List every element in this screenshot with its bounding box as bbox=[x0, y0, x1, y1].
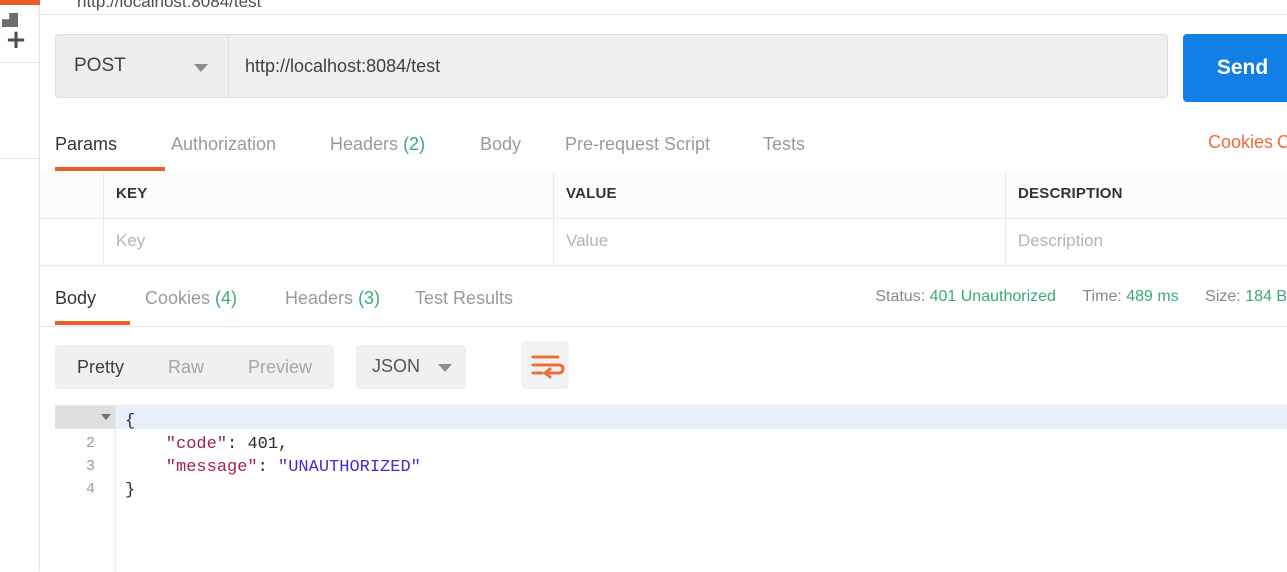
size-value: 184 B bbox=[1245, 288, 1287, 305]
header-value-cell: VALUE bbox=[554, 172, 1006, 219]
view-raw-button[interactable]: Raw bbox=[146, 345, 226, 389]
active-line-highlight bbox=[55, 406, 1287, 429]
code-line: } bbox=[125, 481, 135, 500]
response-tab-cookies-label: Cookies bbox=[145, 288, 211, 308]
response-view-switcher: Pretty Raw Preview bbox=[55, 345, 335, 389]
line-number: 3 bbox=[85, 458, 95, 475]
tab-headers-count: (2) bbox=[403, 134, 426, 154]
response-tab-test-results-label: Test Results bbox=[415, 288, 514, 308]
response-tab-headers[interactable]: Headers (3) bbox=[285, 278, 425, 325]
param-key-placeholder: Key bbox=[116, 231, 146, 250]
param-value-input[interactable]: Value bbox=[554, 219, 1006, 266]
response-tab-test-results[interactable]: Test Results bbox=[415, 278, 575, 325]
time-value: 489 ms bbox=[1126, 288, 1179, 305]
http-method-label: POST bbox=[74, 55, 126, 76]
column-header-value: VALUE bbox=[566, 185, 617, 202]
tab-params[interactable]: Params bbox=[55, 124, 165, 171]
response-format-dropdown[interactable]: JSON bbox=[356, 345, 466, 389]
params-table: KEY VALUE DESCRIPTION Key Value Descript… bbox=[40, 172, 1287, 268]
code-token: "UNAUTHORIZED" bbox=[278, 458, 421, 477]
code-token: { bbox=[125, 412, 136, 431]
code-token: "message" bbox=[125, 458, 258, 477]
tab-pre-request-script-label: Pre-request Script bbox=[565, 134, 711, 154]
code-fold-icon[interactable] bbox=[101, 414, 111, 420]
header-checkbox-cell bbox=[40, 172, 104, 219]
line-number: 2 bbox=[85, 435, 95, 452]
param-value-placeholder: Value bbox=[566, 231, 609, 250]
code-line: "code": 401, bbox=[125, 435, 288, 454]
response-tab-headers-count: (3) bbox=[358, 288, 381, 308]
table-row: Key Value Description bbox=[40, 219, 1287, 266]
send-button[interactable]: Send bbox=[1183, 34, 1287, 102]
table-header-row: KEY VALUE DESCRIPTION bbox=[40, 172, 1287, 219]
response-body-viewer[interactable]: 1234 { "code": 401, "message": "UNAUTHOR… bbox=[55, 405, 1287, 572]
chevron-down-icon bbox=[194, 64, 208, 72]
active-tab-underline bbox=[55, 167, 165, 171]
tab-headers[interactable]: Headers (2) bbox=[330, 124, 480, 171]
param-key-input[interactable]: Key bbox=[104, 219, 554, 266]
response-tab-body[interactable]: Body bbox=[55, 278, 130, 325]
url-bar: POST Send bbox=[55, 34, 1287, 102]
view-preview-button[interactable]: Preview bbox=[226, 345, 334, 389]
code-token: 401 bbox=[247, 435, 279, 454]
line-number-gutter: 1234 bbox=[55, 406, 116, 572]
param-description-input[interactable]: Description bbox=[1006, 219, 1287, 266]
tab-tests[interactable]: Tests bbox=[763, 124, 843, 171]
sidebar-divider bbox=[0, 158, 39, 159]
response-format-label: JSON bbox=[372, 356, 421, 376]
tab-body[interactable]: Body bbox=[480, 124, 560, 171]
active-response-tab-underline bbox=[55, 321, 130, 325]
response-tab-headers-label: Headers bbox=[285, 288, 354, 308]
response-tab-cookies-count: (4) bbox=[215, 288, 238, 308]
time-label: Time: bbox=[1082, 288, 1122, 305]
code-token: "code" bbox=[125, 435, 228, 454]
tab-tests-label: Tests bbox=[763, 134, 806, 154]
row-checkbox-cell[interactable] bbox=[40, 219, 104, 266]
column-header-description: DESCRIPTION bbox=[1018, 185, 1123, 202]
tab-authorization[interactable]: Authorization bbox=[171, 124, 341, 171]
code-token: } bbox=[125, 481, 136, 500]
code-token: : bbox=[257, 458, 279, 477]
header-description-cell: DESCRIPTION bbox=[1006, 172, 1287, 219]
http-method-dropdown[interactable]: POST bbox=[55, 34, 228, 98]
response-view-toolbar: Pretty Raw Preview JSON bbox=[40, 326, 1287, 400]
response-tab-cookies[interactable]: Cookies (4) bbox=[145, 278, 285, 325]
tab-headers-label: Headers bbox=[330, 134, 399, 154]
line-number: 4 bbox=[85, 481, 95, 498]
sidebar-new-tab-button[interactable]: + bbox=[0, 5, 39, 63]
status-label: Status: bbox=[875, 288, 926, 305]
code-token: , bbox=[278, 435, 289, 454]
request-tabs: Params Authorization Headers (2) Body Pr… bbox=[40, 124, 1287, 173]
chevron-down-icon bbox=[438, 364, 452, 372]
view-pretty-button[interactable]: Pretty bbox=[55, 345, 146, 389]
code-line: "message": "UNAUTHORIZED" bbox=[125, 458, 421, 477]
response-meta: Status: 401 Unauthorized Time: 489 ms Si… bbox=[875, 288, 1287, 306]
response-tabs: Body Cookies (4) Headers (3) Test Result… bbox=[40, 278, 1287, 327]
tab-pre-request-script[interactable]: Pre-request Script bbox=[565, 124, 765, 171]
tab-body-label: Body bbox=[480, 134, 522, 154]
request-url-input[interactable] bbox=[228, 34, 1168, 98]
code-link[interactable]: C bbox=[1277, 132, 1287, 153]
status-value: 401 Unauthorized bbox=[929, 288, 1056, 305]
sidebar-fragment: + bbox=[0, 0, 40, 571]
request-tab-strip: http://localhost:8084/test bbox=[40, 0, 1287, 15]
code-line: { bbox=[125, 412, 135, 431]
request-tab-title[interactable]: http://localhost:8084/test bbox=[77, 0, 261, 12]
cookies-link[interactable]: Cookies bbox=[1208, 132, 1273, 153]
word-wrap-icon bbox=[531, 355, 565, 379]
column-header-key: KEY bbox=[116, 185, 148, 202]
word-wrap-toggle-button[interactable] bbox=[521, 341, 569, 389]
request-response-pane: http://localhost:8084/test POST Send Par… bbox=[40, 0, 1287, 572]
tab-authorization-label: Authorization bbox=[171, 134, 277, 154]
header-key-cell: KEY bbox=[104, 172, 554, 219]
size-label: Size: bbox=[1205, 288, 1241, 305]
param-description-placeholder: Description bbox=[1018, 231, 1104, 250]
response-tab-body-label: Body bbox=[55, 288, 97, 308]
plus-icon: + bbox=[5, 25, 27, 55]
code-token: : bbox=[227, 435, 248, 454]
tab-params-label: Params bbox=[55, 134, 118, 154]
